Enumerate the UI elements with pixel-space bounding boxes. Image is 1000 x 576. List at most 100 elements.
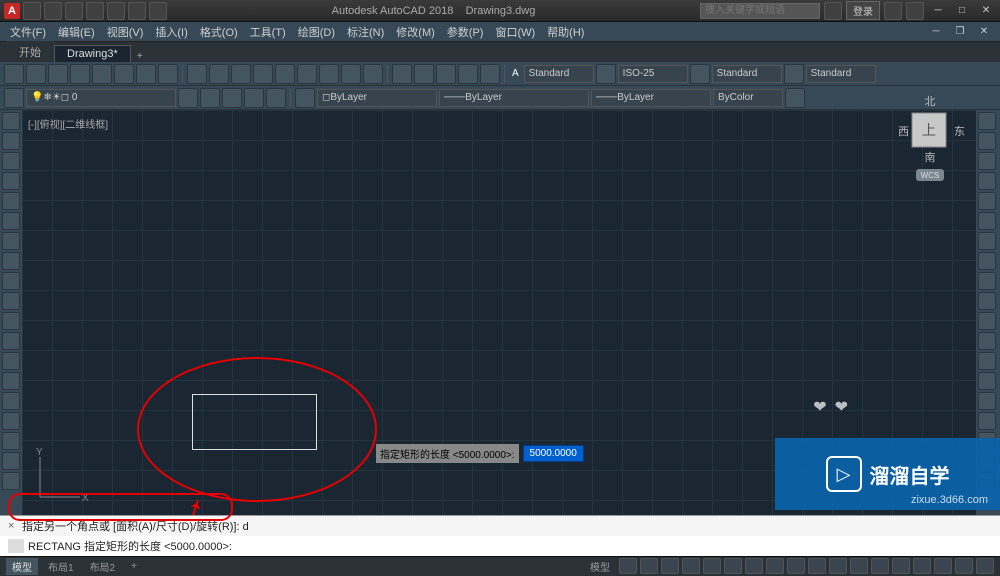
tool-icon[interactable] — [158, 64, 178, 84]
tool-icon[interactable] — [2, 452, 20, 470]
qat-save-icon[interactable] — [65, 2, 83, 20]
block-tool-icon[interactable] — [2, 292, 20, 310]
model-button[interactable]: 模型 — [584, 558, 616, 575]
tool-icon[interactable] — [480, 64, 500, 84]
fillet-tool-icon[interactable] — [978, 272, 996, 290]
hatch-tool-icon[interactable] — [2, 232, 20, 250]
maximize-button[interactable]: □ — [952, 3, 972, 19]
tool-icon[interactable] — [785, 88, 805, 108]
menu-format[interactable]: 格式(O) — [196, 22, 242, 42]
exchange-icon[interactable] — [884, 2, 902, 20]
tab-add-button[interactable]: + — [131, 51, 149, 62]
lineweight-dropdown[interactable]: ─── ByLayer — [591, 89, 711, 107]
linetype-dropdown[interactable]: ─── ByLayer — [439, 89, 589, 107]
tool-icon[interactable] — [363, 64, 383, 84]
menu-insert[interactable]: 插入(I) — [151, 22, 191, 42]
qat-open-icon[interactable] — [44, 2, 62, 20]
tool-icon[interactable] — [187, 64, 207, 84]
line-tool-icon[interactable] — [2, 112, 20, 130]
rectangle-tool-icon[interactable] — [2, 192, 20, 210]
workspace-icon[interactable] — [829, 558, 847, 574]
textstyle-dropdown[interactable]: Standard — [524, 65, 594, 83]
doc-restore-button[interactable]: ❐ — [950, 24, 970, 40]
point-tool-icon[interactable] — [2, 272, 20, 290]
tool-icon[interactable] — [136, 64, 156, 84]
menu-modify[interactable]: 修改(M) — [392, 22, 439, 42]
explode-tool-icon[interactable] — [978, 332, 996, 350]
tool-icon[interactable] — [2, 392, 20, 410]
customization-icon[interactable] — [976, 558, 994, 574]
array-tool-icon[interactable] — [978, 292, 996, 310]
otrack-toggle-icon[interactable] — [724, 558, 742, 574]
menu-edit[interactable]: 编辑(E) — [54, 22, 99, 42]
ortho-toggle-icon[interactable] — [661, 558, 679, 574]
menu-view[interactable]: 视图(V) — [103, 22, 148, 42]
menu-help[interactable]: 帮助(H) — [543, 22, 588, 42]
viewport-label[interactable]: [-][俯视][二维线框] — [28, 116, 108, 131]
osnap-toggle-icon[interactable] — [703, 558, 721, 574]
tool-icon[interactable] — [784, 64, 804, 84]
command-input-line[interactable]: RECTANG 指定矩形的长度 <5000.0000>: — [0, 536, 1000, 556]
text-tool-icon[interactable] — [2, 332, 20, 350]
tool-icon[interactable] — [253, 64, 273, 84]
annotation-monitor-icon[interactable] — [850, 558, 868, 574]
dimstyle-dropdown[interactable]: ISO-25 — [618, 65, 688, 83]
close-button[interactable]: ✕ — [976, 3, 996, 19]
layout2-tab[interactable]: 布局2 — [84, 558, 122, 575]
arc-tool-icon[interactable] — [2, 172, 20, 190]
tool-icon[interactable] — [178, 88, 198, 108]
quickproperties-icon[interactable] — [892, 558, 910, 574]
grid-toggle-icon[interactable] — [619, 558, 637, 574]
search-icon[interactable] — [824, 2, 842, 20]
table-tool-icon[interactable] — [2, 312, 20, 330]
qat-redo-icon[interactable] — [149, 2, 167, 20]
mirror-tool-icon[interactable] — [978, 192, 996, 210]
tool-icon[interactable] — [70, 64, 90, 84]
doc-close-button[interactable]: ✕ — [974, 24, 994, 40]
layer-icon[interactable] — [4, 88, 24, 108]
trim-tool-icon[interactable] — [978, 232, 996, 250]
tool-icon[interactable] — [436, 64, 456, 84]
circle-tool-icon[interactable] — [2, 152, 20, 170]
menu-dimension[interactable]: 标注(N) — [343, 22, 388, 42]
tool-icon[interactable] — [2, 372, 20, 390]
offset-tool-icon[interactable] — [978, 352, 996, 370]
menu-parameter[interactable]: 参数(P) — [443, 22, 488, 42]
plotstyle-dropdown[interactable]: ByColor — [713, 89, 783, 107]
menu-file[interactable]: 文件(F) — [6, 22, 50, 42]
transparency-toggle-icon[interactable] — [766, 558, 784, 574]
layout1-tab[interactable]: 布局1 — [42, 558, 80, 575]
tool-icon[interactable] — [690, 64, 710, 84]
polyline-tool-icon[interactable] — [2, 132, 20, 150]
tool-icon[interactable] — [978, 392, 996, 410]
extend-tool-icon[interactable] — [978, 252, 996, 270]
tool-icon[interactable] — [4, 64, 24, 84]
color-dropdown[interactable]: ◻ ByLayer — [317, 89, 437, 107]
login-button[interactable]: 登录 — [846, 1, 880, 20]
lineweight-toggle-icon[interactable] — [745, 558, 763, 574]
tool-icon[interactable] — [231, 64, 251, 84]
spline-tool-icon[interactable] — [2, 252, 20, 270]
menu-window[interactable]: 窗口(W) — [491, 22, 539, 42]
mleaderstyle-dropdown[interactable]: Standard — [806, 65, 876, 83]
copy-tool-icon[interactable] — [978, 132, 996, 150]
snap-toggle-icon[interactable] — [640, 558, 658, 574]
doc-minimize-button[interactable]: ─ — [926, 24, 946, 40]
tool-icon[interactable] — [26, 64, 46, 84]
tool-icon[interactable] — [244, 88, 264, 108]
tool-icon[interactable] — [266, 88, 286, 108]
tool-icon[interactable] — [458, 64, 478, 84]
tab-start[interactable]: 开始 — [6, 41, 54, 62]
erase-tool-icon[interactable] — [978, 312, 996, 330]
tablestyle-dropdown[interactable]: Standard — [712, 65, 782, 83]
units-icon[interactable] — [871, 558, 889, 574]
tool-icon[interactable] — [341, 64, 361, 84]
tool-icon[interactable] — [295, 88, 315, 108]
region-tool-icon[interactable] — [2, 352, 20, 370]
tool-icon[interactable] — [114, 64, 134, 84]
isolate-icon[interactable] — [913, 558, 931, 574]
tool-icon[interactable] — [596, 64, 616, 84]
search-input[interactable] — [700, 3, 820, 19]
scale-tool-icon[interactable] — [978, 212, 996, 230]
tool-icon[interactable] — [2, 472, 20, 490]
